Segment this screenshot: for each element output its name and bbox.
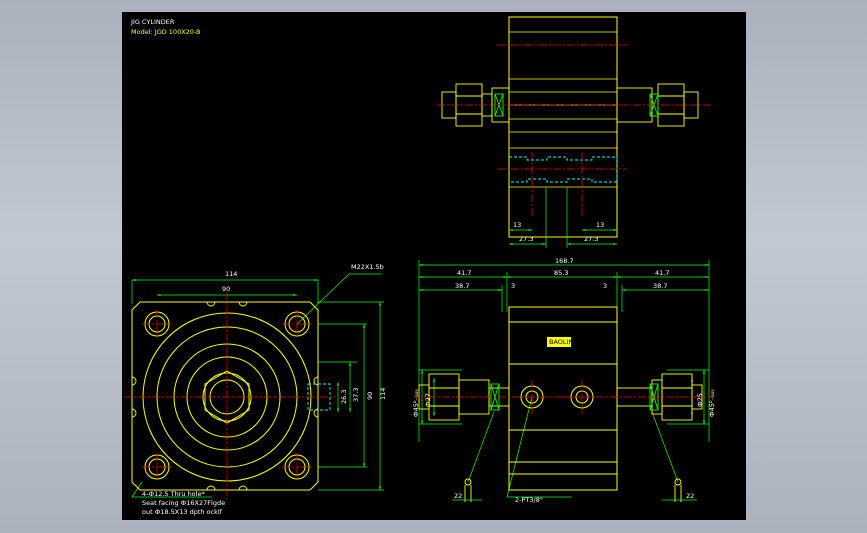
- side-view-dimensions: [418, 260, 710, 498]
- side-dim-v-right-a: Ф45⁰₋₀₀₅: [708, 389, 716, 417]
- foot-dim-left: 22: [454, 492, 462, 500]
- front-dim-37-v: 37.3: [352, 388, 360, 402]
- front-dim-90: 90: [222, 285, 230, 293]
- foot-dim-right: 22: [686, 492, 694, 500]
- front-view: 114 90 M22X1.5b 114 90 37.3 26.3 4-Ф12.5…: [124, 263, 387, 516]
- side-dim-right: 41.7: [655, 269, 669, 277]
- side-dim-gap-right: 3: [603, 282, 607, 290]
- top-view-body-outline: [508, 16, 618, 238]
- top-dim-13-left: 13: [513, 221, 521, 229]
- front-dim-114-v: 114: [379, 388, 387, 400]
- side-dim-inner-right: 38.7: [653, 282, 667, 290]
- top-view-centerlines: [437, 44, 712, 217]
- front-view-dimensions: [131, 273, 384, 498]
- front-dim-90-v: 90: [366, 392, 374, 400]
- side-dim-inner-left: 38.7: [455, 282, 469, 290]
- drawing-canvas: JIG CYLINDER Model: JGD 100X20-B 13 27.3…: [124, 16, 716, 516]
- top-dim-27-left: 27.3: [519, 235, 533, 243]
- front-view-notches: [131, 301, 319, 491]
- title-block: JIG CYLINDER Model: JGD 100X20-B: [130, 18, 201, 36]
- top-dim-13-right: 13: [596, 221, 604, 229]
- front-view-body: [131, 301, 319, 491]
- cad-viewport[interactable]: JIG CYLINDER Model: JGD 100X20-B 13 27.3…: [122, 12, 746, 520]
- side-dim-middle: 85.3: [554, 269, 568, 277]
- side-view-body: [508, 306, 618, 491]
- side-view: 168.7 41.7 85.3 41.7 38.7 3 3 38.7 Ф45⁰₋…: [412, 257, 716, 504]
- top-dim-27-right: 27.3: [584, 235, 598, 243]
- note-line-1: 4-Ф12.5 Thru hole*: [142, 490, 205, 498]
- side-dim-v-right-b: Ф25: [696, 393, 704, 407]
- note-line-2: Seat facing Ф16X27Flgde: [142, 499, 225, 507]
- side-dim-overall: 168.7: [555, 257, 574, 265]
- note-line-3: out Ф18.5X13 dpth ocklf: [142, 508, 223, 516]
- thread-label: M22X1.5b: [351, 263, 384, 271]
- front-dim-114: 114: [225, 270, 237, 278]
- front-dim-26-v: 26.3: [340, 390, 348, 404]
- top-view-hidden-ports: [509, 156, 618, 183]
- drawing-model: Model: JGD 100X20-B: [131, 28, 201, 36]
- nameplate-text: BAOLIN: [549, 338, 573, 346]
- drawing-title: JIG CYLINDER: [130, 18, 175, 26]
- top-view-fins: [509, 31, 617, 188]
- port-label: 2-PT3/8": [515, 496, 543, 504]
- side-dim-v-left-b: Ф27: [424, 393, 432, 407]
- top-view: 13 27.3 13 27.3: [437, 16, 712, 248]
- side-dim-left: 41.7: [457, 269, 471, 277]
- side-dim-gap-left: 3: [511, 282, 515, 290]
